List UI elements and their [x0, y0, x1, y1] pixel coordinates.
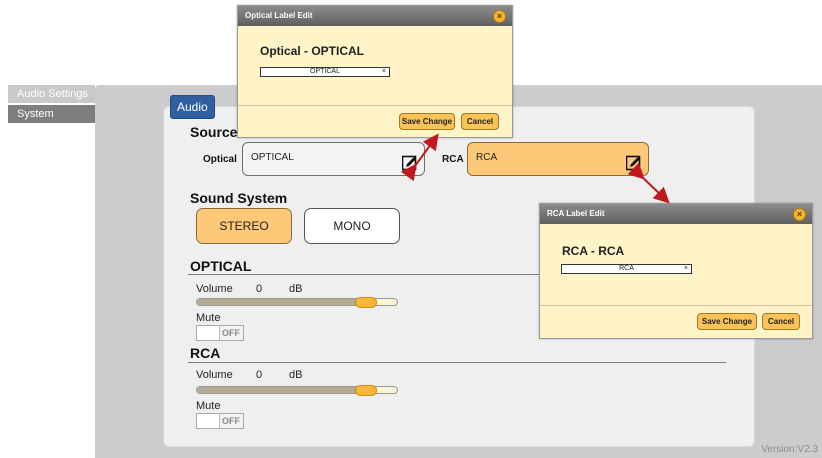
rca-volume-value: 0 — [256, 369, 263, 381]
input-value: RCA — [619, 265, 634, 272]
rca-section-title: RCA — [190, 345, 221, 361]
optical-volume-unit: dB — [289, 283, 303, 295]
optical-mute-label: Mute — [196, 312, 221, 324]
rca-label-edit-dialog: RCA Label Edit × RCA - RCA RCA × Save Ch… — [539, 203, 813, 339]
save-change-button[interactable]: Save Change — [399, 113, 455, 130]
sidebar: Audio Settings System Settings — [8, 85, 95, 138]
dialog-title: RCA - RCA — [562, 244, 625, 258]
source-title: Source — [190, 124, 238, 140]
optical-source-value: OPTICAL — [251, 152, 294, 163]
optical-mute-toggle[interactable]: OFF — [196, 325, 244, 341]
save-change-button[interactable]: Save Change — [697, 313, 757, 330]
divider — [540, 305, 812, 306]
rca-source-value: RCA — [476, 152, 498, 163]
clear-icon[interactable]: × — [382, 68, 386, 76]
optical-label-input[interactable]: OPTICAL × — [260, 67, 390, 77]
edit-icon[interactable] — [402, 155, 418, 171]
stereo-button[interactable]: STEREO — [196, 208, 292, 244]
optical-volume-value: 0 — [256, 283, 263, 295]
close-icon[interactable]: × — [493, 10, 506, 23]
close-icon[interactable]: × — [793, 208, 806, 221]
dialog-header: RCA Label Edit × — [540, 204, 812, 224]
toggle-state: OFF — [222, 416, 240, 426]
sidebar-item-system-settings[interactable]: System Settings — [8, 105, 95, 138]
input-value: OPTICAL — [310, 68, 340, 75]
rca-source-button[interactable]: RCA — [467, 142, 649, 176]
rca-label-input[interactable]: RCA × — [561, 264, 692, 274]
rca-volume-unit: dB — [289, 369, 303, 381]
dialog-header: Optical Label Edit × — [238, 6, 512, 26]
optical-volume-label: Volume — [196, 283, 233, 295]
rca-volume-thumb[interactable] — [355, 385, 377, 396]
optical-volume-thumb[interactable] — [355, 297, 377, 308]
sidebar-item-audio-settings[interactable]: Audio Settings — [8, 85, 95, 103]
rca-volume-label: Volume — [196, 369, 233, 381]
divider — [238, 105, 512, 106]
rca-mute-label: Mute — [196, 400, 221, 412]
edit-icon[interactable] — [626, 155, 642, 171]
rca-source-label: RCA — [442, 154, 464, 165]
optical-label-edit-dialog: Optical Label Edit × Optical - OPTICAL O… — [237, 5, 513, 138]
toggle-knob — [197, 326, 220, 340]
tab-audio[interactable]: Audio — [170, 95, 215, 119]
slider-fill — [197, 387, 365, 393]
cancel-button[interactable]: Cancel — [762, 313, 800, 330]
cancel-button[interactable]: Cancel — [461, 113, 499, 130]
slider-fill — [197, 299, 365, 305]
version-label: Version:V2.3 — [761, 444, 818, 455]
toggle-knob — [197, 414, 220, 428]
divider — [188, 362, 726, 363]
clear-icon[interactable]: × — [684, 265, 688, 273]
sound-system-title: Sound System — [190, 190, 288, 206]
dialog-header-title: RCA Label Edit — [547, 209, 605, 218]
divider — [188, 274, 540, 275]
toggle-state: OFF — [222, 328, 240, 338]
optical-source-button[interactable]: OPTICAL — [242, 142, 425, 176]
rca-mute-toggle[interactable]: OFF — [196, 413, 244, 429]
dialog-header-title: Optical Label Edit — [245, 11, 313, 20]
mono-button[interactable]: MONO — [304, 208, 400, 244]
dialog-title: Optical - OPTICAL — [260, 44, 365, 58]
optical-section-title: OPTICAL — [190, 258, 252, 274]
optical-source-label: Optical — [203, 154, 237, 165]
